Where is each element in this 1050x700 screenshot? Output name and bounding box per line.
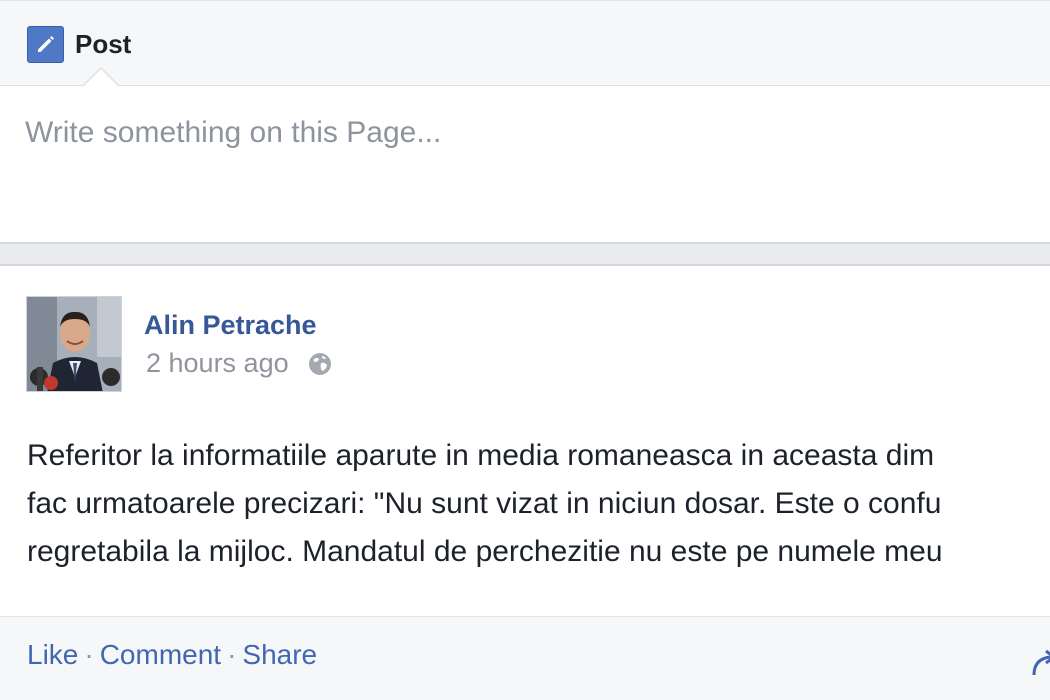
like-link[interactable]: Like (27, 639, 78, 671)
composer-body (0, 86, 1050, 242)
post-tab[interactable]: Post (27, 25, 132, 63)
feed-separator (0, 242, 1050, 266)
composer-header: Post (0, 0, 1050, 86)
action-separator: · (227, 639, 237, 670)
story-card: Alin Petrache 2 hours ago Referitor la i… (0, 266, 1050, 700)
share-icon[interactable] (1030, 645, 1050, 681)
author-name[interactable]: Alin Petrache (144, 310, 317, 341)
story-text-line: Referitor la informatiile aparute in med… (27, 439, 935, 472)
story-meta: 2 hours ago (146, 348, 333, 379)
story-actions: Like · Comment · Share (27, 639, 317, 671)
story-text-line: fac urmatoarele precizari: "Nu sunt viza… (27, 487, 942, 520)
story-timestamp[interactable]: 2 hours ago (146, 348, 289, 379)
tab-pointer-fill (84, 69, 118, 86)
post-tab-label: Post (75, 28, 132, 59)
action-separator: · (84, 639, 94, 670)
share-link[interactable]: Share (242, 639, 317, 671)
comment-link[interactable]: Comment (100, 639, 221, 671)
pencil-icon (27, 25, 64, 63)
action-bar: Like · Comment · Share (0, 616, 1050, 700)
globe-icon[interactable] (307, 351, 333, 377)
story-text: Referitor la informatiile aparute in med… (27, 432, 1050, 576)
composer-input[interactable] (25, 108, 1025, 158)
story-text-line: regretabila la mijloc. Mandatul de perch… (27, 535, 943, 568)
avatar[interactable] (26, 296, 122, 392)
